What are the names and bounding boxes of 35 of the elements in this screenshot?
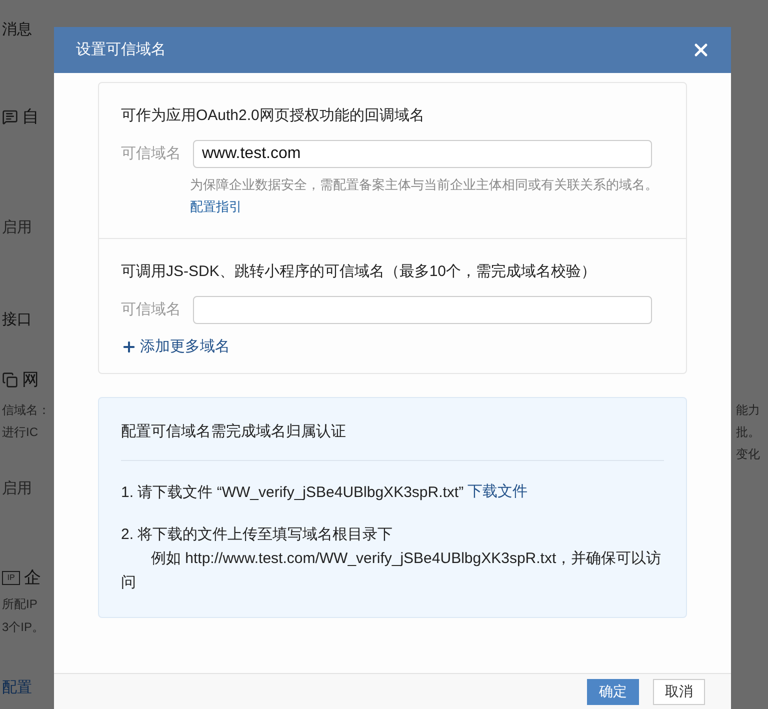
cancel-button[interactable]: 取消	[653, 678, 705, 704]
section-heading: 网	[22, 369, 39, 392]
section-title: 可作为应用OAuth2.0网页授权功能的回调域名	[121, 106, 426, 126]
description-text: 能力	[736, 403, 760, 417]
description-text: 进行IC	[2, 424, 38, 441]
domain-input-field[interactable]	[193, 296, 652, 324]
domain-input-field[interactable]: www.test.com	[193, 140, 652, 168]
chat-icon	[2, 109, 18, 125]
guide-link[interactable]: 配置指引	[190, 199, 242, 214]
step-detail: 例如 http://www.test.com/WW_verify_jSBe4UBlbgXK3spR.txt，并确保可以访问	[121, 548, 662, 592]
section-heading: 自	[22, 106, 39, 128]
download-link[interactable]: 下载文件	[468, 481, 528, 504]
dialog-title: 设置可信域名	[76, 40, 166, 60]
description-text: 3个IP。	[2, 619, 44, 636]
field-label: 可信域名	[121, 300, 182, 320]
description-text: 变化	[736, 447, 760, 461]
description-text: 信域名：	[2, 402, 50, 419]
verification-title: 配置可信域名需完成域名归属认证	[121, 422, 347, 442]
add-domain-link[interactable]: 添加更多域名	[121, 336, 230, 358]
section-title: 可调用JS-SDK、跳转小程序的可信域名（最多10个，需完成域名校验）	[121, 262, 598, 282]
confirm-button[interactable]: 确定	[587, 678, 639, 704]
field-label: 可信域名	[121, 144, 182, 164]
ip-badge: IP	[2, 571, 20, 585]
description-text: 所配IP	[2, 596, 38, 613]
step-text: 2. 将下载的文件上传至填写域名根目录下	[121, 524, 393, 544]
pages-icon	[2, 372, 18, 388]
section-heading: 企	[24, 567, 41, 590]
menu-text: 接口	[2, 310, 32, 330]
status-text: 启用	[2, 478, 32, 499]
description-text: 批。	[736, 425, 760, 439]
plus-icon	[121, 339, 137, 356]
menu-text: 消息	[2, 20, 32, 40]
step-text: 1. 请下载文件 “WW_verify_jSBe4UBlbgXK3spR.txt”	[121, 482, 464, 502]
status-text: 启用	[2, 218, 32, 238]
hint-text: 为保障企业数据安全，需配置备案主体与当前企业主体相同或有关联关系的域名。 配置指引	[190, 176, 659, 216]
